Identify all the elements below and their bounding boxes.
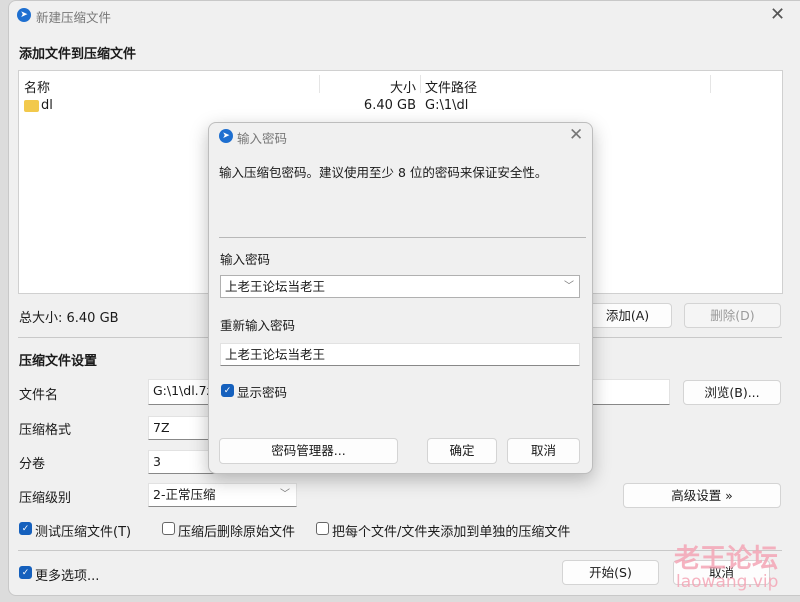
app-logo-icon: ➤ [17,8,31,22]
level-value: 2-正常压缩 [153,487,216,502]
show-password-label[interactable]: 显示密码 [237,382,287,401]
delete-after-checkbox[interactable] [162,522,175,535]
dialog-title: 输入密码 [237,131,288,146]
row-path: G:\1\dl [425,98,469,113]
password-dialog: ➤ 输入密码 ✕ 输入压缩包密码。建议使用至少 8 位的密码来保证安全性。 输入… [208,122,593,474]
reenter-label: 重新输入密码 [220,318,296,333]
close-icon[interactable]: ✕ [770,4,785,25]
start-button[interactable]: 开始(S) [562,560,659,585]
separate-archives-label[interactable]: 把每个文件/文件夹添加到单独的压缩文件 [332,521,570,540]
chevron-down-icon[interactable]: ﹀ [564,276,574,298]
filename-label: 文件名 [19,388,59,403]
ok-button[interactable]: 确定 [427,438,497,464]
window-title: 新建压缩文件 [36,10,112,25]
dialog-cancel-button[interactable]: 取消 [507,438,580,464]
reenter-password-input[interactable]: 上老王论坛当老王 [220,343,580,366]
total-size: 总大小: 6.40 GB [19,311,119,326]
app-logo-icon: ➤ [219,129,233,143]
dialog-close-icon[interactable]: ✕ [569,125,583,145]
password-value: 上老王论坛当老王 [225,279,326,294]
column-size[interactable]: 大小 [319,77,416,96]
advanced-settings-button[interactable]: 高级设置 » [623,483,781,508]
row-name: dl [41,98,53,113]
column-divider[interactable] [420,75,421,93]
column-name[interactable]: 名称 [24,77,50,96]
password-combobox[interactable]: 上老王论坛当老王 ﹀ [220,275,580,298]
more-options-checkbox[interactable]: ✓ [19,566,32,579]
password-manager-button[interactable]: 密码管理器... [219,438,398,464]
divider [219,237,586,238]
show-password-checkbox[interactable]: ✓ [221,384,234,397]
delete-button[interactable]: 删除(D) [684,303,781,328]
separate-archives-checkbox[interactable] [316,522,329,535]
level-label: 压缩级别 [19,491,72,506]
add-button[interactable]: 添加(A) [583,303,672,328]
password-label: 输入密码 [220,252,271,267]
table-row[interactable]: dl 6.40 GB G:\1\dl [19,97,782,115]
divider [18,550,782,551]
browse-button[interactable]: 浏览(B)... [683,380,781,405]
dialog-message: 输入压缩包密码。建议使用至少 8 位的密码来保证安全性。 [219,165,548,180]
chevron-down-icon: ﹀ [280,489,290,500]
row-size: 6.40 GB [363,98,416,113]
volume-label: 分卷 [19,457,46,472]
level-select[interactable]: 2-正常压缩 ﹀ [148,483,297,507]
more-options-label[interactable]: 更多选项... [35,565,99,584]
column-divider[interactable] [710,75,711,93]
watermark-url: laowang.vip [676,572,779,592]
delete-after-label[interactable]: 压缩后删除原始文件 [178,521,295,540]
add-heading: 添加文件到压缩文件 [19,47,137,62]
watermark-text: 老王论坛 [674,544,779,574]
settings-heading: 压缩文件设置 [19,354,98,369]
column-path[interactable]: 文件路径 [425,77,477,96]
format-label: 压缩格式 [19,423,72,438]
folder-icon [24,100,39,112]
test-archive-checkbox[interactable]: ✓ [19,522,32,535]
test-archive-label[interactable]: 测试压缩文件(T) [35,521,131,540]
